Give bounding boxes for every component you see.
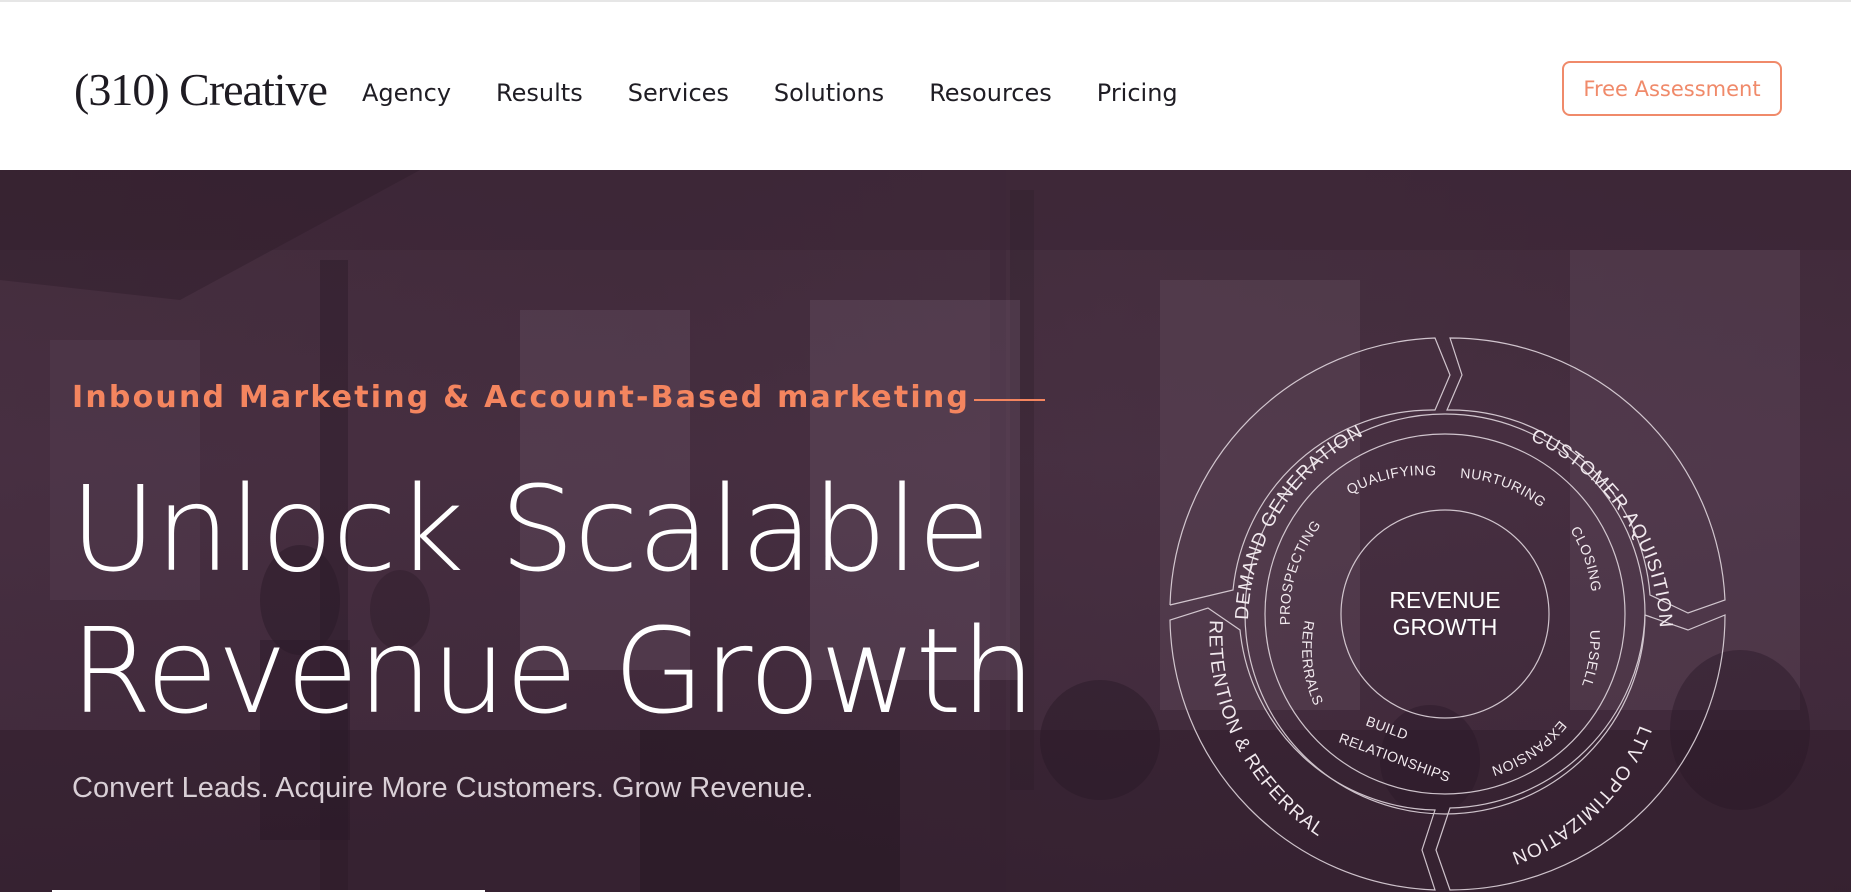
eyebrow-divider — [974, 399, 1045, 401]
nav-item-agency[interactable]: Agency — [362, 76, 451, 110]
nav-item-results[interactable]: Results — [496, 76, 583, 110]
svg-text:REFERRALS: REFERRALS — [1299, 619, 1327, 707]
wheel-outer-demand-generation: DEMAND GENERATION — [1232, 421, 1366, 620]
hero-headline: Unlock Scalable Revenue Growth — [70, 458, 1036, 742]
nav-item-pricing[interactable]: Pricing — [1097, 76, 1178, 110]
headline-line-2: Revenue Growth — [70, 602, 1036, 740]
svg-text:CLOSING: CLOSING — [1567, 523, 1604, 592]
svg-text:QUALIFYING: QUALIFYING — [1344, 462, 1437, 497]
site-header: (310) Creative Agency Results Services S… — [0, 0, 1851, 170]
wheel-inner-expansion: EXPANSION — [1490, 718, 1570, 780]
brand-logo[interactable]: (310) Creative — [74, 62, 328, 118]
revenue-growth-wheel: DEMAND GENERATION CUSTOMER AQUISITION LT… — [1169, 337, 1726, 891]
nav-item-resources[interactable]: Resources — [929, 76, 1052, 110]
svg-text:DEMAND GENERATION: DEMAND GENERATION — [1232, 421, 1367, 620]
wheel-center-line-2: GROWTH — [1393, 614, 1498, 640]
wheel-inner-closing: CLOSING — [1567, 523, 1604, 592]
free-assessment-button[interactable]: Free Assessment — [1562, 61, 1782, 116]
wheel-inner-upsell: UPSELL — [1579, 630, 1603, 690]
wheel-inner-referrals: REFERRALS — [1299, 619, 1326, 707]
nav-item-services[interactable]: Services — [628, 76, 729, 110]
hero-eyebrow: Inbound Marketing & Account-Based market… — [72, 380, 971, 415]
svg-text:EXPANSION: EXPANSION — [1490, 718, 1570, 780]
wheel-outer-customer-aquisition: CUSTOMER AQUISITION — [1528, 425, 1675, 629]
wheel-center-line-1: REVENUE — [1389, 587, 1500, 613]
svg-text:CUSTOMER AQUISITION: CUSTOMER AQUISITION — [1528, 425, 1676, 629]
wheel-inner-nurturing: NURTURING — [1460, 465, 1549, 510]
hero-section: Inbound Marketing & Account-Based market… — [0, 170, 1851, 892]
main-nav: Agency Results Services Solutions Resour… — [362, 76, 1223, 110]
hero-subline: Convert Leads. Acquire More Customers. G… — [72, 772, 814, 804]
headline-line-1: Unlock Scalable — [70, 460, 990, 598]
wheel-inner-qualifying: QUALIFYING — [1344, 462, 1437, 497]
nav-item-solutions[interactable]: Solutions — [774, 76, 884, 110]
svg-text:UPSELL: UPSELL — [1579, 630, 1603, 690]
wheel-inner-build: BUILD — [1364, 713, 1411, 743]
svg-text:NURTURING: NURTURING — [1460, 465, 1550, 510]
